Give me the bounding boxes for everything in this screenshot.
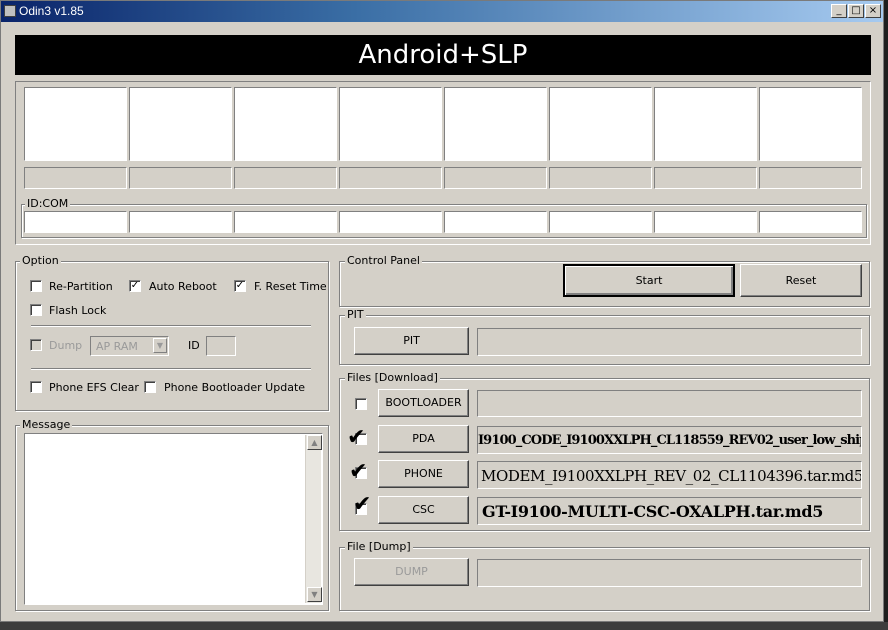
com-port-field: [444, 211, 547, 233]
reset-button[interactable]: Reset: [740, 264, 862, 297]
phone-efs-clear-checkbox[interactable]: [30, 381, 42, 393]
check-icon: ✓: [235, 280, 245, 291]
odin-window: Odin3 v1.85 _ □ × Android+SLP ID:COM Opt…: [0, 0, 884, 622]
phone-check-icon: ✔: [349, 459, 368, 484]
id-com-label: ID:COM: [25, 197, 71, 210]
down-glyph: ▼: [156, 341, 164, 350]
flash-lock-checkbox[interactable]: [30, 304, 42, 316]
mode-banner: Android+SLP: [15, 35, 871, 75]
dump-file-field[interactable]: [477, 559, 862, 587]
app-icon: [4, 5, 16, 17]
port-status: [759, 167, 862, 189]
file-dump-title: File [Dump]: [345, 540, 413, 553]
control-panel-title: Control Panel: [345, 254, 422, 267]
csc-button[interactable]: CSC: [378, 496, 469, 524]
close-button[interactable]: ×: [865, 4, 881, 18]
re-partition-label: Re-Partition: [49, 280, 113, 293]
port-slot: [759, 87, 862, 161]
phone-file-field[interactable]: MODEM_I9100XXLPH_REV_02_CL1104396.tar.md…: [477, 461, 862, 489]
bootloader-file-field[interactable]: [477, 390, 862, 417]
com-port-field: [339, 211, 442, 233]
dump-type-value: AP RAM: [96, 340, 138, 353]
port-slot: [654, 87, 757, 161]
port-status: [129, 167, 232, 189]
title-bar[interactable]: Odin3 v1.85 _ □ ×: [1, 1, 883, 22]
port-status: [234, 167, 337, 189]
pda-file-field[interactable]: I9100_CODE_I9100XXLPH_CL118559_REV02_use…: [477, 426, 862, 454]
pda-button[interactable]: PDA: [378, 425, 469, 453]
scroll-down-icon[interactable]: ▼: [307, 587, 322, 602]
maximize-button[interactable]: □: [848, 4, 864, 18]
files-download-title: Files [Download]: [345, 371, 440, 384]
port-slot: [549, 87, 652, 161]
com-port-field: [24, 211, 127, 233]
up-glyph: ▲: [311, 438, 318, 447]
pit-button[interactable]: PIT: [354, 327, 469, 355]
pda-check-icon: ✔: [347, 425, 366, 450]
flash-lock-label: Flash Lock: [49, 304, 107, 317]
com-port-field: [234, 211, 337, 233]
com-port-field: [129, 211, 232, 233]
bootloader-button[interactable]: BOOTLOADER: [378, 389, 469, 417]
window-title: Odin3 v1.85: [19, 4, 84, 18]
message-scrollbar[interactable]: ▲ ▼: [305, 435, 322, 603]
dump-checkbox[interactable]: [30, 339, 42, 351]
dump-id-field[interactable]: [206, 336, 236, 356]
port-slot: [444, 87, 547, 161]
option-separator-2: [31, 368, 311, 370]
start-button[interactable]: Start: [563, 264, 735, 297]
port-slot: [234, 87, 337, 161]
com-port-field: [759, 211, 862, 233]
check-icon: ✓: [130, 280, 140, 291]
chevron-down-icon: ▼: [153, 338, 167, 353]
com-port-field: [654, 211, 757, 233]
message-log[interactable]: [24, 433, 323, 605]
pit-file-field[interactable]: [477, 328, 862, 356]
csc-check-icon: ✔: [353, 492, 372, 517]
port-status: [444, 167, 547, 189]
phone-bootloader-update-label: Phone Bootloader Update: [164, 381, 306, 394]
port-slot: [339, 87, 442, 161]
dump-label: Dump: [49, 339, 83, 352]
port-status: [339, 167, 442, 189]
dump-type-select[interactable]: AP RAM ▼: [90, 336, 169, 356]
phone-button[interactable]: PHONE: [378, 460, 469, 488]
minimize-button[interactable]: _: [831, 4, 847, 18]
desktop-strip: [0, 622, 888, 630]
f-reset-time-label: F. Reset Time: [254, 280, 327, 293]
com-port-field: [549, 211, 652, 233]
phone-efs-clear-label: Phone EFS Clear: [49, 381, 139, 394]
re-partition-checkbox[interactable]: [30, 280, 42, 292]
port-status: [549, 167, 652, 189]
port-slot: [129, 87, 232, 161]
port-slot: [24, 87, 127, 161]
port-status: [24, 167, 127, 189]
auto-reboot-checkbox[interactable]: ✓: [129, 280, 141, 292]
bootloader-checkbox[interactable]: [355, 398, 367, 410]
message-title: Message: [20, 418, 73, 431]
pit-title: PIT: [345, 308, 366, 321]
port-status: [654, 167, 757, 189]
dump-button[interactable]: DUMP: [354, 558, 469, 586]
dump-id-label: ID: [188, 339, 200, 352]
option-title: Option: [20, 254, 61, 267]
down-glyph: ▼: [311, 590, 318, 599]
phone-bootloader-update-checkbox[interactable]: [144, 381, 156, 393]
f-reset-time-checkbox[interactable]: ✓: [234, 280, 246, 292]
csc-file-field[interactable]: GT-I9100-MULTI-CSC-OXALPH.tar.md5: [477, 497, 862, 525]
option-separator: [31, 325, 311, 327]
auto-reboot-label: Auto Reboot: [149, 280, 217, 293]
scroll-up-icon[interactable]: ▲: [307, 435, 322, 450]
